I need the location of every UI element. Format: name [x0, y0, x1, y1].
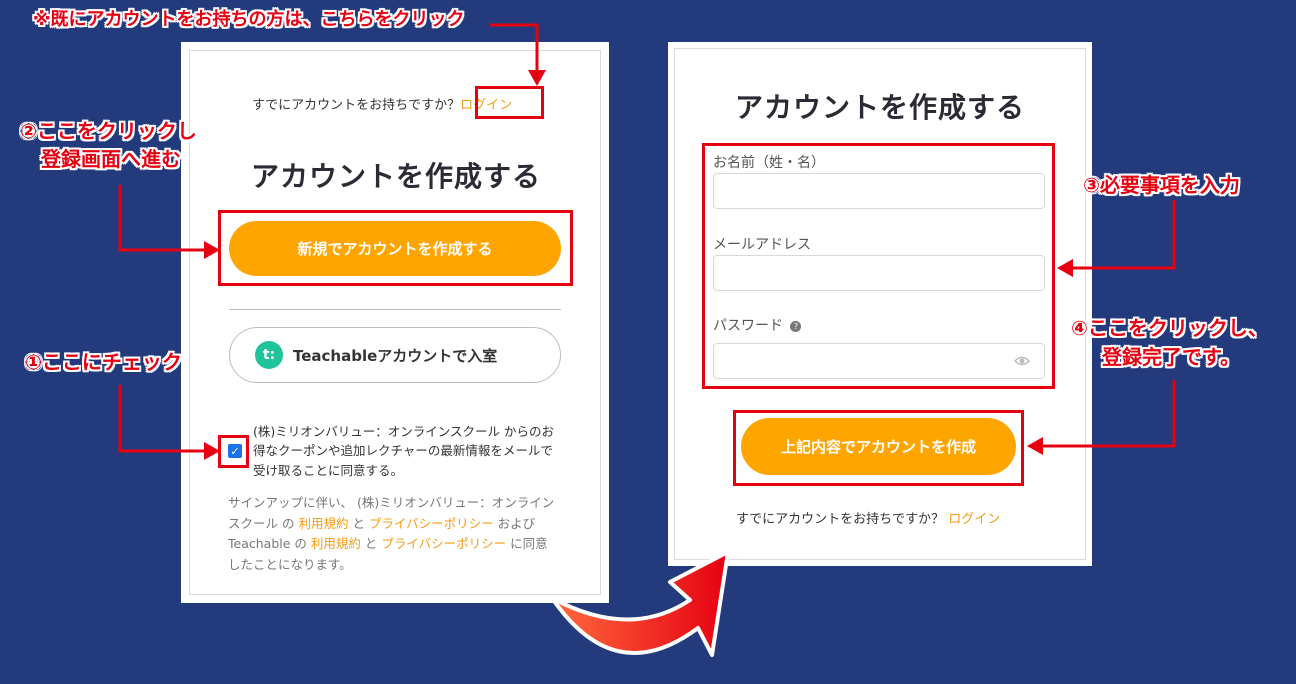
already-have-account-text: すでにアカウントをお持ちですか？ログイン [252, 94, 512, 113]
annotation-step2-line2: 登録画面へ進む [41, 147, 181, 171]
highlight-new-account-button [218, 210, 573, 286]
annotation-step4-line2: 登録完了です。 [1102, 345, 1240, 369]
annotation-top-note: ※既にアカウントをお持ちの方は、こちらをクリック [33, 9, 465, 30]
highlight-submit-button [733, 410, 1024, 486]
highlight-form-fields [702, 143, 1055, 389]
already-text: すでにアカウントをお持ちですか？ [252, 98, 461, 113]
already-have-account-text-bottom: すでにアカウントをお持ちですか？ ログイン [736, 508, 1000, 527]
page-title: アカウントを作成する [251, 160, 542, 193]
annotation-step2-line1: ②ここをクリックし [20, 119, 197, 143]
form-title: アカウントを作成する [735, 91, 1026, 124]
privacy-link[interactable]: プライバシーポリシー [369, 516, 494, 531]
login-link-bottom[interactable]: ログイン [948, 512, 1000, 527]
teachable-logo-icon: t: [255, 341, 283, 369]
annotation-step1: ①ここにチェック [25, 350, 182, 374]
teachable-privacy-link[interactable]: プライバシーポリシー [381, 536, 506, 551]
highlight-login-link [475, 86, 544, 119]
terms-link[interactable]: 利用規約 [298, 516, 348, 531]
terms-text: サインアップに伴い、 (株)ミリオンバリュー：オンラインスクール の 利用規約 … [228, 493, 560, 576]
highlight-checkbox [218, 435, 249, 468]
teachable-terms-link[interactable]: 利用規約 [311, 536, 361, 551]
teachable-login-button[interactable]: t: Teachableアカウントで入室 [229, 327, 561, 383]
teachable-button-label: Teachableアカウントで入室 [293, 346, 498, 365]
terms-part: と [348, 515, 369, 531]
signup-card-left: すでにアカウントをお持ちですか？ログイン アカウントを作成する 新規でアカウント… [181, 42, 609, 603]
divider [229, 309, 561, 310]
terms-part: と [360, 536, 382, 552]
consent-text: (株)ミリオンバリュー：オンラインスクール からのお得なクーポンや追加レクチャー… [253, 424, 554, 478]
annotation-step3: ③必要事項を入力 [1083, 173, 1240, 197]
annotation-step4-line1: ④ここをクリックし、 [1071, 316, 1268, 340]
already-text: すでにアカウントをお持ちですか？ [736, 512, 945, 527]
